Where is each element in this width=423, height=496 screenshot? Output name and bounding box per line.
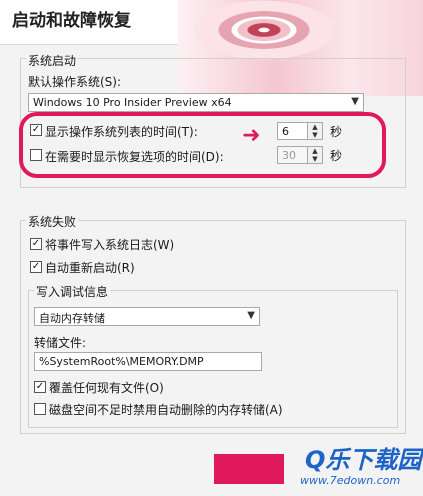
dump-file-label: 转储文件:: [34, 336, 87, 350]
system-startup-group-label: 系统启动: [26, 52, 79, 69]
watermark-brand: Q乐下载园: [305, 446, 422, 474]
write-event-label: 将事件写入系统日志(W): [45, 238, 175, 252]
auto-restart-checkbox[interactable]: ✓: [30, 261, 42, 273]
overwrite-checkbox[interactable]: ✓: [34, 381, 46, 393]
default-os-select[interactable]: Windows 10 Pro Insider Preview x64 ▼: [28, 93, 364, 112]
write-event-checkbox[interactable]: ✓: [30, 238, 42, 250]
overwrite-label: 覆盖任何现有文件(O): [49, 381, 164, 395]
debug-type-select[interactable]: 自动内存转储 ▼: [34, 307, 260, 326]
debug-info-group-label: 写入调试信息: [34, 283, 111, 300]
default-os-value: Windows 10 Pro Insider Preview x64: [33, 96, 232, 109]
disable-auto-delete-label: 磁盘空间不足时禁用自动删除的内存转储(A): [49, 403, 283, 417]
watermark-url: www.7edown.com: [300, 474, 401, 487]
default-os-label: 默认操作系统(S):: [28, 75, 122, 89]
dump-file-input[interactable]: %SystemRoot%\MEMORY.DMP: [34, 352, 262, 371]
system-failure-group-label: 系统失败: [26, 213, 79, 230]
disable-auto-delete-checkbox[interactable]: [34, 403, 46, 415]
chevron-down-icon: ▼: [351, 96, 359, 107]
window-title: 启动和故障恢复: [12, 11, 131, 31]
auto-restart-label: 自动重新启动(R): [45, 261, 135, 275]
ok-button-highlighted[interactable]: [214, 454, 284, 484]
chevron-down-icon: ▼: [247, 310, 255, 321]
highlight-annotation: [19, 112, 386, 178]
debug-type-value: 自动内存转储: [39, 312, 105, 325]
